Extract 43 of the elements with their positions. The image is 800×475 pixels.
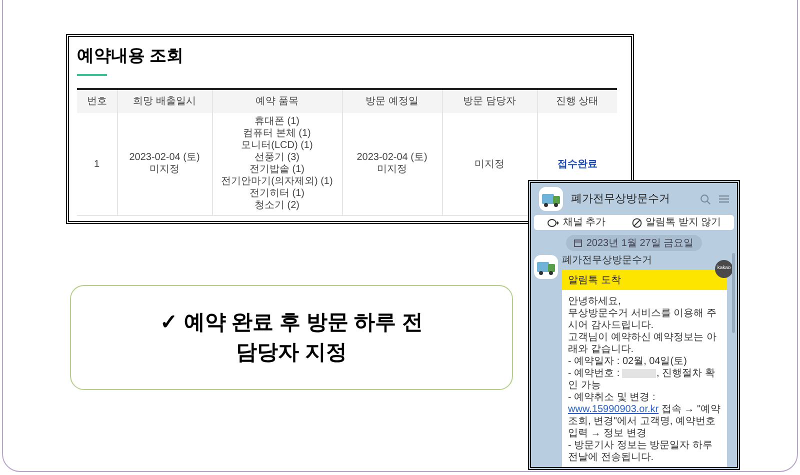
message-link[interactable]: www.15990903.or.kr [568, 404, 659, 415]
item-entry: 전기안마기(의자제외) (1) [220, 176, 334, 188]
item-entry: 컴퓨터 본체 (1) [242, 128, 312, 140]
truck-avatar-icon [534, 255, 558, 279]
column-header: 방문 예정일 [342, 89, 442, 114]
message-text: - 예약취소 및 변경 : [568, 392, 656, 404]
date-label: 2023년 1월 27일 금요일 [586, 236, 694, 250]
search-icon[interactable] [700, 194, 711, 204]
message-text: - 예약번호 : , 진행절차 확인 가능 [568, 368, 716, 392]
table-cell: 1 [94, 158, 100, 170]
item-entry: 휴대폰 (1) [254, 116, 300, 128]
item-entry: 선풍기 (3) [254, 152, 300, 164]
channel-name: 폐가전무상방문수거 [571, 192, 671, 207]
truck-avatar-icon [539, 187, 563, 211]
item-entry: 전기밥솥 (1) [248, 164, 306, 176]
menu-icon[interactable] [719, 194, 729, 204]
table-cell-text: 2023-02-04 (토) 미지정 [356, 152, 428, 176]
chat-plus-icon [546, 218, 559, 228]
column-header: 방문 담당자 [442, 89, 537, 114]
title-underline [77, 74, 107, 76]
table-cell-text: 2023-02-04 (토) 미지정 [128, 152, 201, 176]
column-header: 진행 상태 [537, 89, 617, 114]
column-header: 희망 배출일시 [117, 89, 212, 114]
add-channel-button[interactable]: 채널 추가 [546, 215, 606, 230]
column-header: 번호 [77, 89, 117, 114]
page-title: 예약내용 조회 [77, 45, 185, 66]
message-text: 고객님이 예약하신 예약정보는 아래와 같습니다. [568, 332, 718, 356]
message-header: 알림톡 도착 [562, 270, 727, 290]
item-entry: 청소기 (2) [254, 200, 300, 212]
block-messages-button[interactable]: 알림톡 받지 않기 [632, 215, 722, 230]
ban-icon [632, 218, 642, 228]
callout-text: ✓ 예약 완료 후 방문 하루 전 담당자 지정 [160, 310, 423, 366]
status-link[interactable]: 접수완료 [557, 158, 598, 170]
message-text: www.15990903.or.kr 접속 → "예약조회, 변경"에서 고객명, 예약번호 입력 → 정보 변경 [568, 404, 721, 440]
calendar-icon [574, 239, 582, 247]
table-cell: 미지정 [474, 158, 504, 170]
message-text: - 예약일자 : 02월, 04일(토) [568, 356, 688, 368]
item-entry: 전기히터 (1) [248, 188, 306, 200]
column-header: 예약 품목 [212, 89, 342, 114]
message-text: - 방문기사 정보는 방문일자 하루 전날에 전송됩니다. [568, 440, 714, 464]
item-entry: 모니터(LCD) (1) [240, 140, 314, 152]
message-text: 안녕하세요, [568, 296, 622, 308]
message-text: 무상방문수거 서비스를 이용해 주시어 감사드립니다. [568, 308, 718, 332]
